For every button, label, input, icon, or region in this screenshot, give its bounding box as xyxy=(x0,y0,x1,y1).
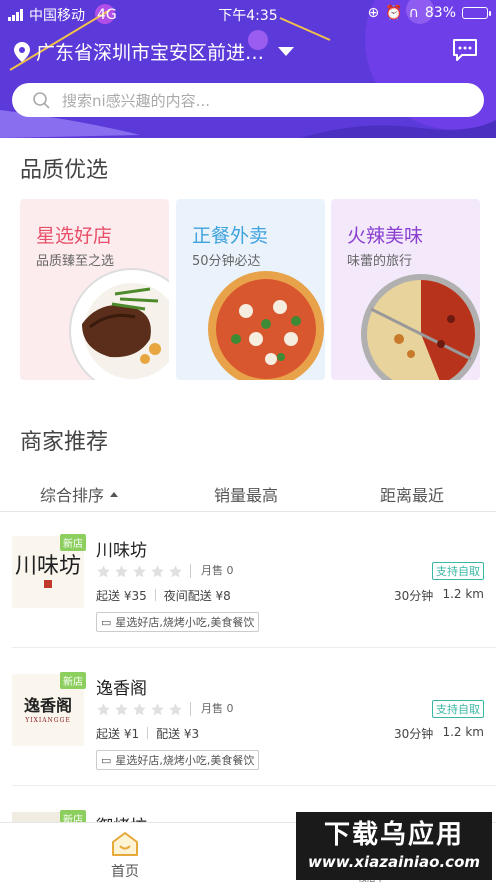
star-icon xyxy=(115,703,128,716)
tags-text: 星选好店,烧烤小吃,美食餐饮 xyxy=(115,754,255,767)
battery-icon xyxy=(462,7,491,19)
search-input[interactable]: 搜索ni感兴趣的内容... xyxy=(12,83,484,117)
shop-name: 川味坊 xyxy=(96,541,147,561)
location-text: 广东省深圳市宝安区前进… xyxy=(36,42,265,64)
star-icon xyxy=(97,703,110,716)
shop-icon: ▭ xyxy=(101,753,112,767)
star-icon xyxy=(133,703,146,716)
new-badge: 新店 xyxy=(60,672,86,689)
shop-tags: ▭ 星选好店,烧烤小吃,美食餐饮 xyxy=(96,612,260,632)
battery-percent: 83% xyxy=(424,5,456,21)
distance: 1.2 km xyxy=(442,725,484,739)
caret-up-icon xyxy=(110,492,119,497)
headphones-icon: ∩ xyxy=(408,5,419,21)
logo-text: 逸香阁 xyxy=(23,695,72,715)
card-title: 星选好店 xyxy=(36,225,113,247)
sort-sales[interactable]: 销量最高 xyxy=(214,482,278,506)
tab-home-label: 首页 xyxy=(111,864,139,880)
card-title: 火辣美味 xyxy=(347,225,424,247)
watermark-title: 下载乌应用 xyxy=(323,820,464,850)
tab-home[interactable]: 首页 xyxy=(108,831,142,881)
quality-section-title: 品质优选 xyxy=(20,158,109,183)
sort-distance[interactable]: 距离最近 xyxy=(380,482,444,506)
min-order: 起送 ¥35 xyxy=(96,589,147,603)
card-subtitle: 品质臻至之选 xyxy=(36,254,115,269)
card-spicy[interactable]: 火辣美味 味蕾的旅行 xyxy=(331,199,480,380)
delivery-time: 30分钟 xyxy=(394,727,434,741)
delivery-fee: 配送 ¥3 xyxy=(156,727,200,741)
fees: 起送 ¥1 配送 ¥3 xyxy=(96,725,199,742)
star-icon xyxy=(169,703,182,716)
shop-name: 逸香阁 xyxy=(96,679,147,699)
shop-item[interactable]: 川味坊 新店 川味坊 月售 0 支持自取 起送 ¥35 夜间配送 ¥8 30分钟… xyxy=(0,512,496,648)
card-title: 正餐外卖 xyxy=(192,225,269,247)
location-selector[interactable]: 广东省深圳市宝安区前进… xyxy=(14,38,295,65)
search-placeholder: 搜索ni感兴趣的内容... xyxy=(62,91,210,110)
shop-item[interactable]: 逸香阁 YIXIANGGE 新店 逸香阁 月售 0 支持自取 起送 ¥1 配送 … xyxy=(0,650,496,786)
fees: 起送 ¥35 夜间配送 ¥8 xyxy=(96,587,231,604)
star-icon xyxy=(133,565,146,578)
min-order: 起送 ¥1 xyxy=(96,727,140,741)
home-icon xyxy=(112,832,138,856)
star-icon xyxy=(169,565,182,578)
divider xyxy=(12,785,496,786)
monthly-sales: 月售 0 xyxy=(190,702,234,716)
delivery-time: 30分钟 xyxy=(394,589,434,603)
rating-stars xyxy=(96,702,183,717)
star-icon xyxy=(115,565,128,578)
distance: 1.2 km xyxy=(442,587,484,601)
delivery-fee: 夜间配送 ¥8 xyxy=(163,589,231,603)
message-button[interactable] xyxy=(452,38,478,66)
pickup-badge: 支持自取 xyxy=(432,700,484,718)
shop-icon: ▭ xyxy=(101,615,112,629)
tags-text: 星选好店,烧烤小吃,美食餐饮 xyxy=(115,616,255,629)
card-subtitle: 味蕾的旅行 xyxy=(347,254,413,269)
card-subtitle: 50分钟必达 xyxy=(192,254,261,269)
new-badge: 新店 xyxy=(60,534,86,551)
logo-subtext: YIXIANGGE xyxy=(25,716,71,724)
seal-icon xyxy=(44,580,52,588)
chevron-down-icon xyxy=(278,47,295,56)
alarm-icon: ⏰ xyxy=(385,5,403,21)
card-dine-delivery[interactable]: 正餐外卖 50分钟必达 xyxy=(176,199,325,380)
watermark: 下载乌应用 www.xiazainiao.com xyxy=(296,812,492,880)
rotation-lock-icon: ⊕ xyxy=(367,5,380,21)
search-icon xyxy=(33,92,50,109)
star-icon xyxy=(151,703,164,716)
header: 中国移动 4G 下午4:35 ⊕ ⏰ ∩ 83% 广东省深圳市宝安区前进… 搜索… xyxy=(0,0,496,138)
logo-text: 川味坊 xyxy=(14,554,81,579)
star-icon xyxy=(97,565,110,578)
sort-bar: 综合排序 销量最高 距离最近 xyxy=(0,478,496,512)
star-icon xyxy=(151,565,164,578)
status-bar: 中国移动 4G 下午4:35 ⊕ ⏰ ∩ 83% xyxy=(0,0,496,26)
divider xyxy=(12,647,496,648)
location-pin-icon xyxy=(14,41,30,62)
sort-default[interactable]: 综合排序 xyxy=(40,482,119,506)
rating-stars xyxy=(96,564,183,579)
pickup-badge: 支持自取 xyxy=(432,562,484,580)
merchants-section-title: 商家推荐 xyxy=(20,430,109,455)
chat-icon xyxy=(453,39,477,61)
watermark-url: www.xiazainiao.com xyxy=(307,853,481,871)
shop-tags: ▭ 星选好店,烧烤小吃,美食餐饮 xyxy=(96,750,260,770)
sort-label: 综合排序 xyxy=(40,486,105,505)
quality-cards: 星选好店 品质臻至之选 正餐外卖 50分钟必达 火辣美味 味蕾的旅行 xyxy=(20,199,496,380)
monthly-sales: 月售 0 xyxy=(190,564,234,578)
card-star-shops[interactable]: 星选好店 品质臻至之选 xyxy=(20,199,169,380)
